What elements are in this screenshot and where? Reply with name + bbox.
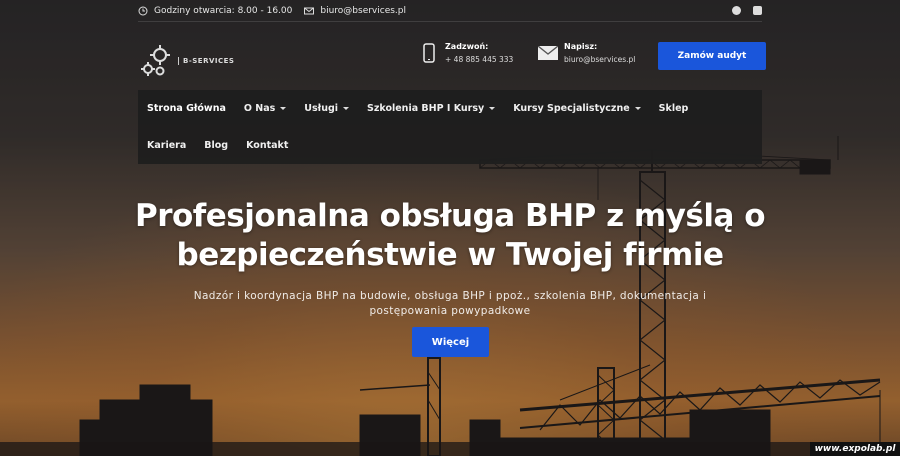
opening-hours: Godziny otwarcia: 8.00 - 16.00 <box>138 6 292 16</box>
phone-icon <box>423 43 435 63</box>
mail-icon <box>304 7 315 14</box>
chevron-down-icon <box>489 107 496 110</box>
nav-item-label: Szkolenia BHP I Kursy <box>367 103 485 114</box>
nav-item-home[interactable]: Strona Główna <box>147 90 226 127</box>
nav-item-trainings[interactable]: Szkolenia BHP I Kursy <box>367 90 496 127</box>
site-header: B-SERVICES Zadzwoń: + 48 885 445 333 Nap… <box>138 38 766 84</box>
logo-text: B-SERVICES <box>178 57 234 65</box>
linkedin-icon[interactable] <box>753 6 762 15</box>
email-contact[interactable]: Napisz: biuro@bservices.pl <box>538 42 635 64</box>
nav-item-career[interactable]: Kariera <box>147 127 186 164</box>
phone-label: Zadzwoń: <box>445 42 489 51</box>
clock-icon <box>138 6 148 15</box>
nav-item-about[interactable]: O Nas <box>243 90 287 127</box>
nav-item-label: Blog <box>204 140 229 151</box>
nav-item-shop[interactable]: Sklep <box>659 90 689 127</box>
nav-item-special-courses[interactable]: Kursy Specjalistyczne <box>513 90 641 127</box>
order-audit-button[interactable]: Zamów audyt <box>658 42 766 70</box>
nav-item-label: Usługi <box>304 103 339 114</box>
chevron-down-icon <box>280 107 287 110</box>
hero-title-line1: Profesjonalna obsługa BHP z myślą o <box>134 198 766 234</box>
nav-item-label: Kursy Specjalistyczne <box>513 103 630 114</box>
topbar-email-text[interactable]: biuro@bservices.pl <box>320 6 406 16</box>
nav-item-label: O Nas <box>243 103 276 114</box>
email-label: Napisz: <box>564 42 598 51</box>
phone-contact[interactable]: Zadzwoń: + 48 885 445 333 <box>423 42 513 64</box>
topbar-email[interactable]: biuro@bservices.pl <box>304 6 406 16</box>
top-bar: Godziny otwarcia: 8.00 - 16.00 biuro@bse… <box>138 0 762 22</box>
nav-item-label: Kariera <box>147 140 187 151</box>
envelope-icon <box>538 46 558 60</box>
watermark: www.expolab.pl <box>810 442 900 456</box>
nav-item-contact[interactable]: Kontakt <box>246 127 288 164</box>
chevron-down-icon <box>343 107 350 110</box>
nav-item-label: Sklep <box>658 103 689 114</box>
hero-subtitle: Nadzór i koordynacja BHP na budowie, obs… <box>170 289 730 319</box>
facebook-icon[interactable] <box>732 6 741 15</box>
nav-item-label: Strona Główna <box>147 103 226 114</box>
hero-title: Profesjonalna obsługa BHP z myślą o bezp… <box>0 197 900 275</box>
nav-item-label: Kontakt <box>246 140 289 151</box>
chevron-down-icon <box>634 107 641 110</box>
social-links <box>732 6 762 15</box>
email-value[interactable]: biuro@bservices.pl <box>564 55 635 64</box>
gears-logo-icon <box>141 45 170 76</box>
hero-subtitle-line2: postępowania powypadkowe <box>369 305 531 317</box>
opening-hours-text: Godziny otwarcia: 8.00 - 16.00 <box>154 5 293 16</box>
logo[interactable]: B-SERVICES <box>138 43 234 79</box>
phone-value[interactable]: + 48 885 445 333 <box>445 55 513 64</box>
hero-title-line2: bezpieczeństwie w Twojej firmie <box>176 237 725 273</box>
main-navigation: Strona Główna O Nas Usługi Szkolenia BHP… <box>138 90 762 164</box>
more-button[interactable]: Więcej <box>412 327 489 357</box>
nav-item-blog[interactable]: Blog <box>204 127 228 164</box>
hero-subtitle-line1: Nadzór i koordynacja BHP na budowie, obs… <box>193 290 707 302</box>
ground-strip <box>0 442 900 456</box>
nav-item-services[interactable]: Usługi <box>304 90 350 127</box>
